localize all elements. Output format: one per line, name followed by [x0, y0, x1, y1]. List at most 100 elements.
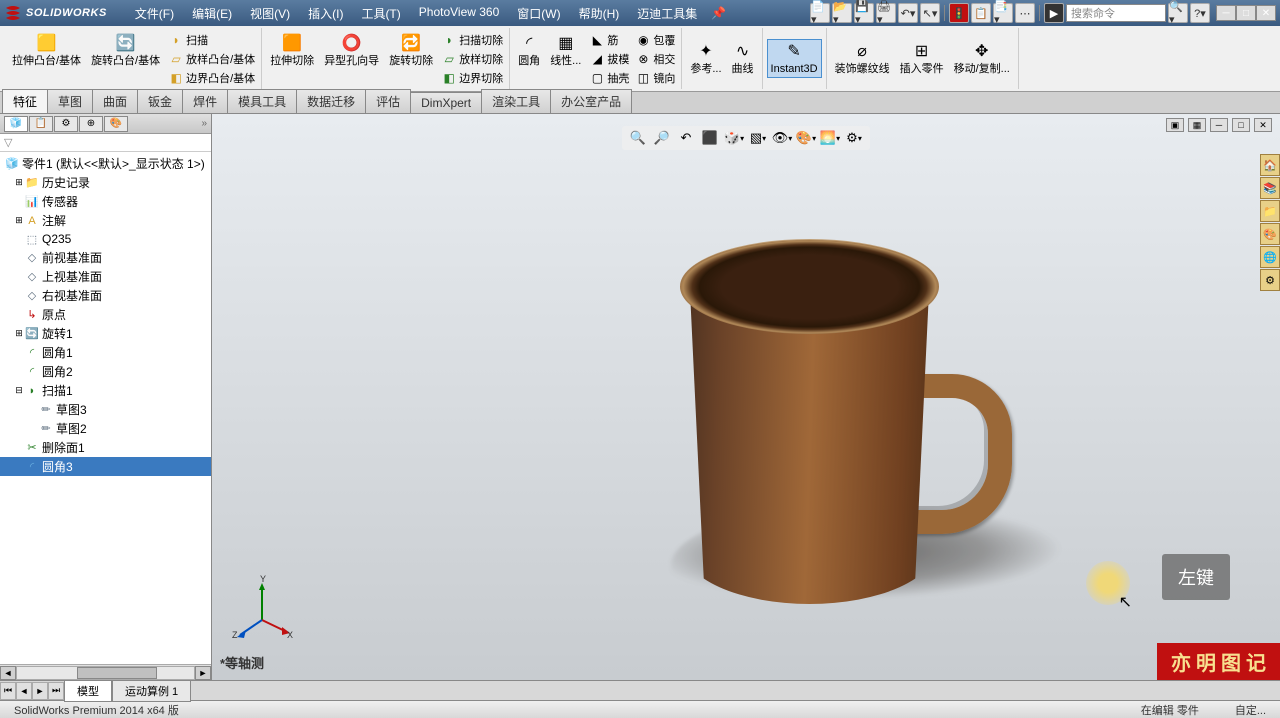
- zoom-area-icon[interactable]: 🔎: [652, 128, 672, 148]
- ref-geometry-button[interactable]: ✦参考...: [686, 39, 725, 78]
- menu-file[interactable]: 文件(F): [127, 3, 182, 24]
- tree-sketch3[interactable]: ✏草图3: [0, 400, 211, 419]
- tree-front-plane[interactable]: ◇前视基准面: [0, 248, 211, 267]
- tree-sketch2[interactable]: ✏草图2: [0, 419, 211, 438]
- bottom-tab-motion1[interactable]: 运动算例 1: [112, 680, 191, 702]
- tree-material[interactable]: ⬚Q235: [0, 230, 211, 248]
- bt-prev-icon[interactable]: ◄: [16, 682, 32, 700]
- tab-datamigration[interactable]: 数据迁移: [296, 89, 366, 113]
- undo-icon[interactable]: ↶▾: [898, 3, 918, 23]
- scroll-track[interactable]: [16, 666, 195, 680]
- minimize-button[interactable]: ─: [1216, 5, 1236, 21]
- tab-dimxpert[interactable]: DimXpert: [410, 92, 482, 113]
- status-custom[interactable]: 自定...: [1227, 702, 1274, 718]
- tab-features[interactable]: 特征: [2, 89, 48, 113]
- boundary-button[interactable]: ◧边界凸台/基体: [166, 69, 257, 87]
- revolve-boss-button[interactable]: 🔄旋转凸台/基体: [87, 31, 164, 87]
- print-icon[interactable]: 🖨▾: [876, 3, 896, 23]
- taskpane-explorer-icon[interactable]: 📁: [1260, 200, 1280, 222]
- help-icon[interactable]: ?▾: [1190, 3, 1210, 23]
- hide-show-icon[interactable]: 👁: [772, 128, 792, 148]
- taskpane-palette-icon[interactable]: 🎨: [1260, 223, 1280, 245]
- instant3d-button[interactable]: ✎Instant3D: [767, 39, 822, 78]
- hole-wizard-button[interactable]: ⭕异型孔向导: [320, 31, 383, 87]
- bottom-tab-model[interactable]: 模型: [64, 680, 112, 702]
- search-input[interactable]: 搜索命令: [1066, 4, 1166, 22]
- cut-revolve-button[interactable]: 🔁旋转切除: [385, 31, 437, 87]
- tab-render[interactable]: 渲染工具: [481, 89, 551, 113]
- menu-insert[interactable]: 插入(I): [300, 3, 351, 24]
- bt-first-icon[interactable]: ⏮: [0, 682, 16, 700]
- extrude-boss-button[interactable]: 🟨拉伸凸台/基体: [8, 31, 85, 87]
- menu-help[interactable]: 帮助(H): [571, 3, 628, 24]
- scroll-left-button[interactable]: ◄: [0, 666, 16, 680]
- dimxpert-tab-icon[interactable]: ⊕: [79, 116, 103, 132]
- tree-right-plane[interactable]: ◇右视基准面: [0, 286, 211, 305]
- move-copy-button[interactable]: ✥移动/复制...: [950, 39, 1014, 78]
- configmanager-tab-icon[interactable]: ⚙: [54, 116, 78, 132]
- vp-minimize-icon[interactable]: ─: [1210, 118, 1228, 132]
- menu-photoview[interactable]: PhotoView 360: [411, 3, 508, 24]
- open-icon[interactable]: 📂▾: [832, 3, 852, 23]
- tab-sheetmetal[interactable]: 钣金: [137, 89, 183, 113]
- tab-weldments[interactable]: 焊件: [182, 89, 228, 113]
- cut-extrude-button[interactable]: 🟧拉伸切除: [266, 31, 318, 87]
- fillet-button[interactable]: ◜圆角: [514, 31, 544, 87]
- settings-icon[interactable]: 📑▾: [993, 3, 1013, 23]
- screen-icon[interactable]: ▶: [1044, 3, 1064, 23]
- tab-sketch[interactable]: 草图: [47, 89, 93, 113]
- tree-history[interactable]: ⊞📁历史记录: [0, 173, 211, 192]
- vp-restore-icon[interactable]: ▣: [1166, 118, 1184, 132]
- tree-origin[interactable]: ↳原点: [0, 305, 211, 324]
- taskpane-resources-icon[interactable]: 🏠: [1260, 154, 1280, 176]
- rib-button[interactable]: ◣筋: [587, 31, 631, 49]
- scene-icon[interactable]: 🌅: [820, 128, 840, 148]
- tree-deleteface1[interactable]: ✂删除面1: [0, 438, 211, 457]
- section-view-icon[interactable]: ⬛: [700, 128, 720, 148]
- menu-tools[interactable]: 工具(T): [353, 3, 408, 24]
- menu-view[interactable]: 视图(V): [242, 3, 298, 24]
- bt-next-icon[interactable]: ►: [32, 682, 48, 700]
- taskpane-appearance-icon[interactable]: 🌐: [1260, 246, 1280, 268]
- linear-pattern-button[interactable]: ▦线性...: [546, 31, 585, 87]
- tree-fillet1[interactable]: ◜圆角1: [0, 343, 211, 362]
- curves-button[interactable]: ∿曲线: [728, 39, 758, 78]
- save-icon[interactable]: 💾▾: [854, 3, 874, 23]
- bt-last-icon[interactable]: ⏭: [48, 682, 64, 700]
- scroll-thumb[interactable]: [77, 667, 157, 679]
- previous-view-icon[interactable]: ↶: [676, 128, 696, 148]
- shell-button[interactable]: ▢抽壳: [587, 69, 631, 87]
- zoom-fit-icon[interactable]: 🔍: [628, 128, 648, 148]
- propertymanager-tab-icon[interactable]: 📋: [29, 116, 53, 132]
- cosmetic-thread-button[interactable]: ⌀装饰螺纹线: [831, 39, 894, 78]
- menu-edit[interactable]: 编辑(E): [184, 3, 240, 24]
- loft-button[interactable]: ▱放样凸台/基体: [166, 50, 257, 68]
- tree-fillet3[interactable]: ◜圆角3: [0, 457, 211, 476]
- view-settings-icon[interactable]: ⚙: [844, 128, 864, 148]
- vp-tile-icon[interactable]: ▦: [1188, 118, 1206, 132]
- view-orientation-icon[interactable]: 🎲: [724, 128, 744, 148]
- intersect-button[interactable]: ⊗相交: [633, 50, 677, 68]
- featuremanager-tab-icon[interactable]: 🧊: [4, 116, 28, 132]
- menu-midi[interactable]: 迈迪工具集: [629, 3, 705, 24]
- maximize-button[interactable]: □: [1236, 5, 1256, 21]
- menu-window[interactable]: 窗口(W): [509, 3, 568, 24]
- triad[interactable]: Y X Z: [232, 580, 292, 640]
- options-icon[interactable]: 📋: [971, 3, 991, 23]
- tree-annotations[interactable]: ⊞A注解: [0, 211, 211, 230]
- draft-button[interactable]: ◢拔模: [587, 50, 631, 68]
- pin-icon[interactable]: 📌: [711, 6, 726, 20]
- mirror-button[interactable]: ◫镜向: [633, 69, 677, 87]
- sweep-button[interactable]: ◗扫描: [166, 31, 257, 49]
- tree-top-plane[interactable]: ◇上视基准面: [0, 267, 211, 286]
- display-tab-icon[interactable]: 🎨: [104, 116, 128, 132]
- more-icon[interactable]: ⋯: [1015, 3, 1035, 23]
- new-doc-icon[interactable]: 📄▾: [810, 3, 830, 23]
- 3d-viewport[interactable]: ▣ ▦ ─ □ ✕ 🔍 🔎 ↶ ⬛ 🎲 ▧ 👁 🎨 🌅 ⚙ 🏠 📚 📁 🎨 🌐 …: [212, 114, 1280, 680]
- vp-close-icon[interactable]: ✕: [1254, 118, 1272, 132]
- tree-fillet2[interactable]: ◜圆角2: [0, 362, 211, 381]
- cut-boundary-button[interactable]: ◧边界切除: [439, 69, 505, 87]
- tree-revolve1[interactable]: ⊞🔄旋转1: [0, 324, 211, 343]
- insert-part-button[interactable]: ⊞插入零件: [896, 39, 948, 78]
- appearance-icon[interactable]: 🎨: [796, 128, 816, 148]
